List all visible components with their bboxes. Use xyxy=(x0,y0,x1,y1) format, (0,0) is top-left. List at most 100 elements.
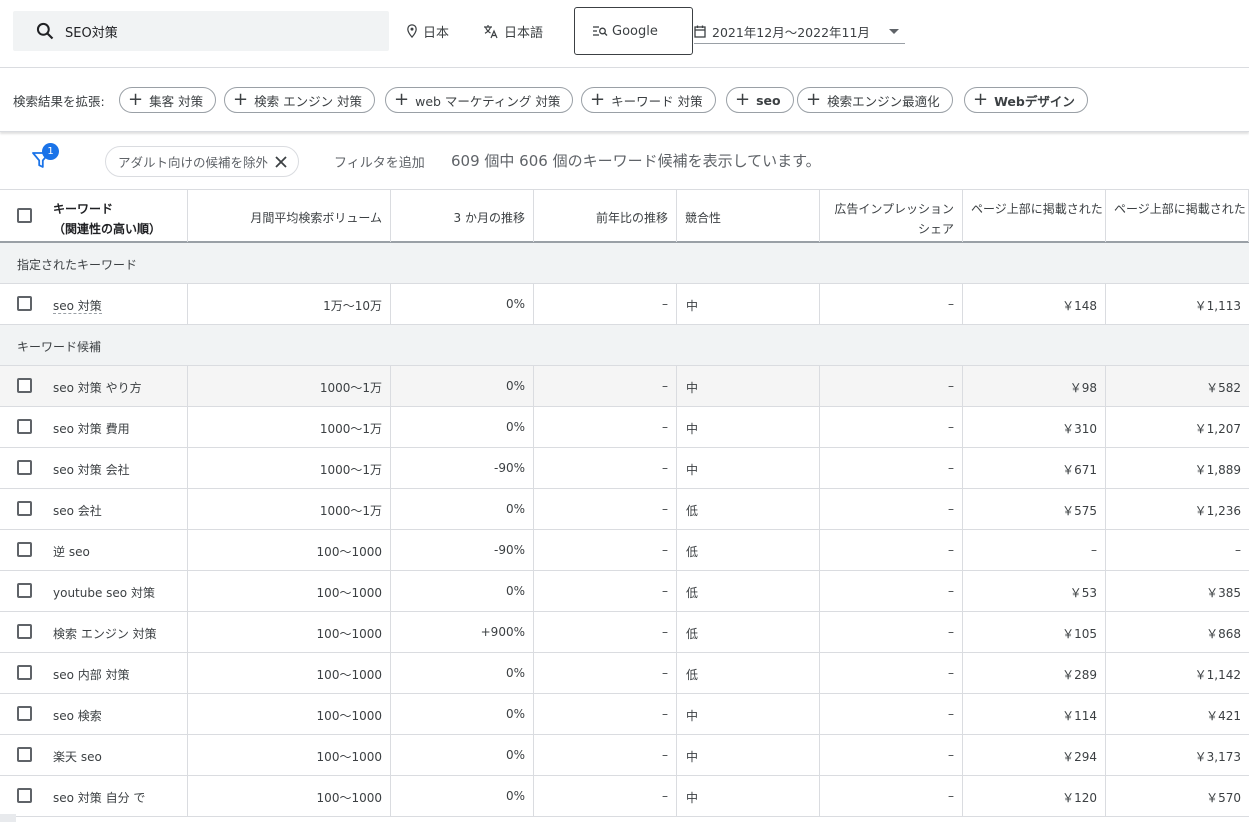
table-row[interactable]: 検索 エンジン 対策 100～1000 +900% – 低 – ￥105 ￥868 xyxy=(0,612,1249,653)
location-selector[interactable]: 日本 xyxy=(406,22,449,41)
volume-cell: 1000～1万 xyxy=(188,448,391,488)
row-checkbox[interactable] xyxy=(17,788,32,803)
competition-cell: 中 xyxy=(677,284,820,324)
table-row[interactable]: seo 検索 100～1000 0% – 中 – ￥114 ￥421 xyxy=(0,694,1249,735)
top-bid-high-cell: ￥1,889 xyxy=(1194,463,1241,477)
row-checkbox[interactable] xyxy=(17,460,32,475)
expand-chip[interactable]: + 検索エンジン最適化 xyxy=(797,87,953,113)
table-row[interactable]: seo 内部 対策 100～1000 0% – 低 – ￥289 ￥1,142 xyxy=(0,653,1249,694)
row-checkbox[interactable] xyxy=(17,624,32,639)
add-filter-button[interactable]: フィルタを追加 xyxy=(334,152,425,171)
row-checkbox[interactable] xyxy=(17,296,32,311)
row-checkbox[interactable] xyxy=(17,501,32,516)
volume-cell: 100～1000 xyxy=(188,653,391,693)
yoy-cell: – xyxy=(534,612,677,652)
keyword-cell: seo 対策 費用 xyxy=(46,407,188,447)
impression-share-cell: – xyxy=(820,407,963,447)
table-row[interactable]: youtube seo 対策 100～1000 0% – 低 – ￥53 ￥385 xyxy=(0,571,1249,612)
horizontal-scrollbar[interactable] xyxy=(0,812,1249,822)
plus-icon: + xyxy=(394,89,410,110)
top-bid-high-cell: ￥421 xyxy=(1206,709,1241,723)
top-bid-high-cell: ￥3,173 xyxy=(1194,750,1241,764)
table-row[interactable]: seo 対策 やり方 1000～1万 0% – 中 – ￥98 ￥582 xyxy=(0,366,1249,407)
impression-share-cell: – xyxy=(820,571,963,611)
keyword-cell: seo 対策 やり方 xyxy=(46,366,188,406)
header-impression-share[interactable]: 広告インプレッション シェア xyxy=(820,190,963,242)
expand-chip-label: 検索 エンジン 対策 xyxy=(254,93,363,109)
plus-icon: + xyxy=(973,89,989,110)
impression-share-cell: – xyxy=(820,284,963,324)
row-checkbox[interactable] xyxy=(17,378,32,393)
header-impression-line1: 広告インプレッション xyxy=(834,202,954,216)
keyword-text: 検索 エンジン 対策 xyxy=(53,627,157,641)
scroll-left-button[interactable] xyxy=(0,814,16,822)
three-month-cell: 0% xyxy=(391,489,534,529)
section-specified-keywords: 指定されたキーワード xyxy=(0,243,1249,284)
three-month-cell: 0% xyxy=(391,694,534,734)
volume-cell: 100～1000 xyxy=(188,735,391,775)
header-top-bid-low[interactable]: ページ上部に掲載された xyxy=(963,190,1106,242)
volume-cell: 100～1000 xyxy=(188,776,391,816)
keyword-search-input[interactable]: SEO対策 xyxy=(13,11,389,51)
top-bid-high-cell: – xyxy=(1235,543,1241,557)
header-volume[interactable]: 月間平均検索ボリューム xyxy=(188,190,391,242)
three-month-cell: 0% xyxy=(391,653,534,693)
row-checkbox[interactable] xyxy=(17,706,32,721)
row-checkbox[interactable] xyxy=(17,419,32,434)
expand-chip[interactable]: + 集客 対策 xyxy=(119,87,217,113)
table-row[interactable]: seo 会社 1000～1万 0% – 低 – ￥575 ￥1,236 xyxy=(0,489,1249,530)
table-row[interactable]: 楽天 seo 100～1000 0% – 中 – ￥294 ￥3,173 xyxy=(0,735,1249,776)
top-bid-high-cell: ￥1,236 xyxy=(1194,504,1241,518)
volume-cell: 1000～1万 xyxy=(188,366,391,406)
yoy-cell: – xyxy=(534,571,677,611)
table-row[interactable]: seo 対策 費用 1000～1万 0% – 中 – ￥310 ￥1,207 xyxy=(0,407,1249,448)
header-competition[interactable]: 競合性 xyxy=(677,190,820,242)
table-row[interactable]: seo 対策 自分 で 100～1000 0% – 中 – ￥120 ￥570 xyxy=(0,776,1249,817)
expand-chip[interactable]: + web マーケティング 対策 xyxy=(385,87,574,113)
section-label: 指定されたキーワード xyxy=(17,258,138,272)
keyword-cell: seo 対策 xyxy=(46,284,188,324)
keyword-text[interactable]: seo 対策 xyxy=(53,299,102,314)
top-bid-low-cell: ￥575 xyxy=(963,489,1106,529)
expand-chip[interactable]: + seo xyxy=(726,87,794,113)
header-keyword[interactable]: キーワード （関連性の高い順） xyxy=(46,190,188,242)
expand-chip[interactable]: + キーワード 対策 xyxy=(581,87,716,113)
impression-share-cell: – xyxy=(820,653,963,693)
keyword-text: 楽天 seo xyxy=(53,750,102,764)
row-checkbox[interactable] xyxy=(17,542,32,557)
impression-share-cell: – xyxy=(820,489,963,529)
select-all-checkbox[interactable] xyxy=(17,208,32,223)
table-row[interactable]: 逆 seo 100～1000 -90% – 低 – – – xyxy=(0,530,1249,571)
expand-chip[interactable]: + Webデザイン xyxy=(964,87,1088,113)
header-select-cell xyxy=(0,190,46,242)
row-checkbox[interactable] xyxy=(17,747,32,762)
competition-cell: 中 xyxy=(677,694,820,734)
header-top-bid-high[interactable]: ページ上部に掲載された xyxy=(1106,190,1249,242)
three-month-cell: 0% xyxy=(391,776,534,816)
date-range-selector[interactable]: 2021年12月～2022年11月 xyxy=(694,20,905,44)
keyword-text: seo 内部 対策 xyxy=(53,668,130,682)
keyword-text: seo 対策 自分 で xyxy=(53,791,146,805)
close-icon[interactable] xyxy=(272,153,290,171)
competition-cell: 中 xyxy=(677,776,820,816)
expand-chip[interactable]: + 検索 エンジン 対策 xyxy=(224,87,376,113)
active-filter-chip[interactable]: アダルト向けの候補を除外 xyxy=(105,146,300,177)
row-checkbox[interactable] xyxy=(17,583,32,598)
row-checkbox[interactable] xyxy=(17,665,32,680)
top-bid-low-cell: ￥148 xyxy=(963,284,1106,324)
search-engine-icon xyxy=(593,26,608,36)
translate-icon xyxy=(484,24,498,38)
table-row[interactable]: seo 対策 1万～10万 0% – 中 – ￥148 ￥1,113 xyxy=(0,284,1249,325)
impression-share-cell: – xyxy=(820,530,963,570)
header-impression-line2: シェア xyxy=(917,222,954,236)
volume-cell: 100～1000 xyxy=(188,694,391,734)
header-three-month[interactable]: 3 か月の推移 xyxy=(391,190,534,242)
language-selector[interactable]: 日本語 xyxy=(483,22,543,41)
header-yoy[interactable]: 前年比の推移 xyxy=(534,190,677,242)
yoy-cell: – xyxy=(534,489,677,529)
top-bid-high-cell: ￥1,207 xyxy=(1194,422,1241,436)
competition-cell: 低 xyxy=(677,571,820,611)
search-engine-selector[interactable]: Google xyxy=(574,7,693,55)
yoy-cell: – xyxy=(534,776,677,816)
table-row[interactable]: seo 対策 会社 1000～1万 -90% – 中 – ￥671 ￥1,889 xyxy=(0,448,1249,489)
